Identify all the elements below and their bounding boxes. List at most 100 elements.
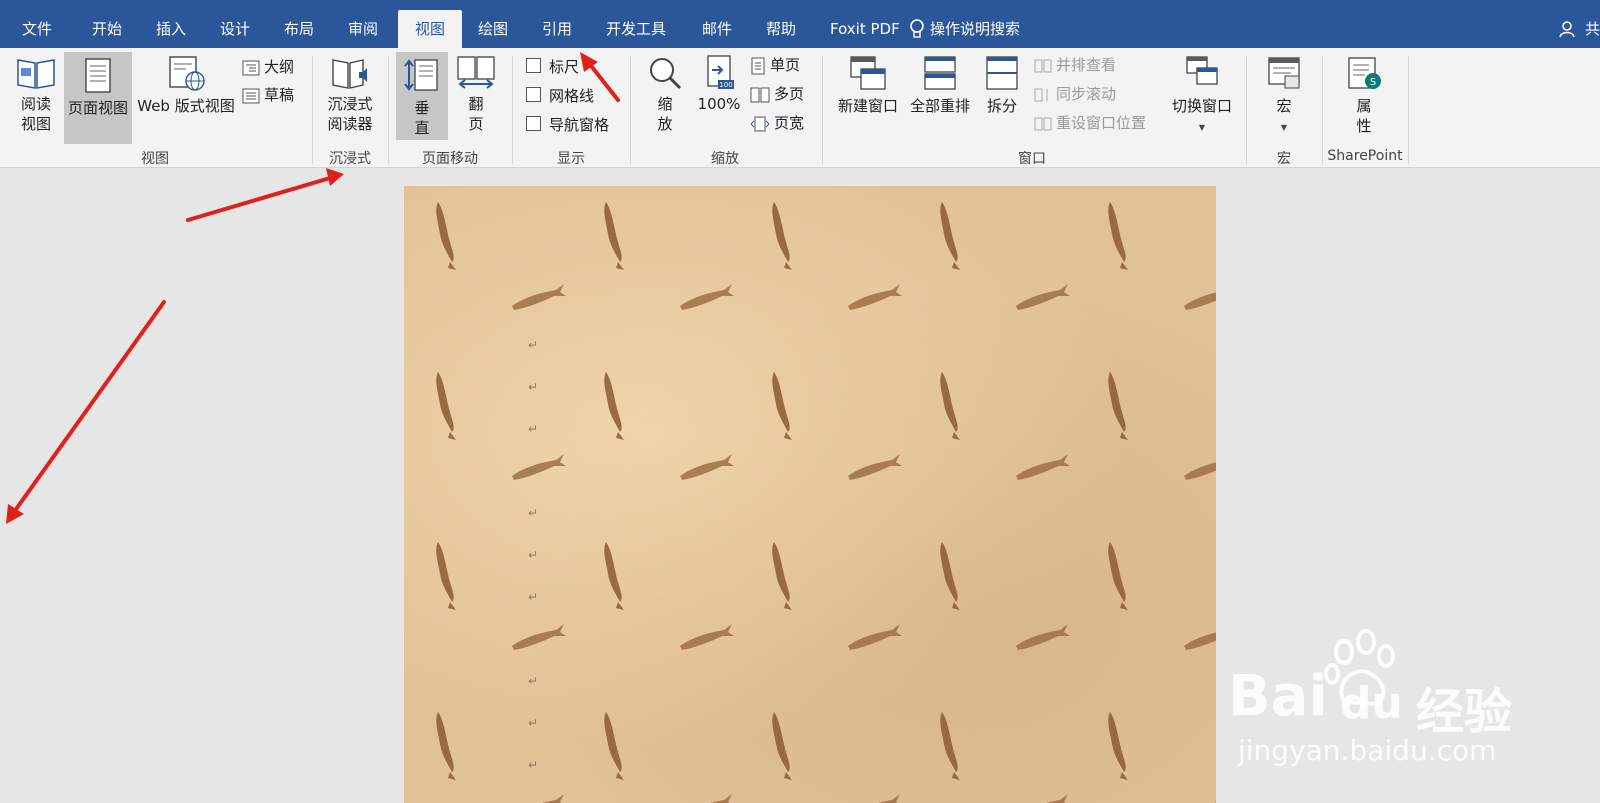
- macros-icon: [1268, 57, 1300, 89]
- page-width-button[interactable]: 页宽: [750, 112, 804, 134]
- group-label-immersive: 沉浸式: [329, 151, 371, 167]
- multiple-pages-button[interactable]: 多页: [750, 83, 804, 105]
- immersive-reader-button[interactable]: 沉浸式 阅读器: [318, 54, 382, 134]
- multiple-pages-label: 多页: [774, 85, 805, 103]
- arrange-all-button[interactable]: 全部重排: [904, 54, 976, 116]
- group-separator: [1408, 56, 1409, 164]
- tab-developer[interactable]: 开发工具: [592, 10, 680, 48]
- one-page-button[interactable]: 单页: [750, 54, 800, 76]
- sharepoint-properties-icon: S: [1348, 57, 1381, 89]
- ruler-checkbox[interactable]: 标尺: [526, 56, 579, 78]
- baidu-jingyan-watermark: Bai du 经验 jingyan.baidu.com: [1228, 629, 1588, 770]
- paragraph-mark: ↵: [528, 758, 539, 772]
- group-label-sharepoint: SharePoint: [1327, 148, 1403, 164]
- switch-windows-label: 切换窗口: [1171, 97, 1232, 115]
- paragraph-mark: ↵: [528, 548, 539, 562]
- split-label: 拆分: [986, 97, 1017, 115]
- reset-position-icon: [1034, 117, 1052, 130]
- properties-button[interactable]: S 属 性: [1336, 54, 1392, 136]
- watermark-brand: Bai: [1228, 664, 1328, 729]
- svg-text:100: 100: [719, 81, 732, 89]
- tab-design[interactable]: 设计: [206, 10, 264, 48]
- new-window-icon: [850, 56, 886, 90]
- read-mode-label: 阅读 视图: [20, 95, 51, 133]
- paragraph-mark: ↵: [528, 716, 539, 730]
- group-label-window: 窗口: [1018, 151, 1046, 167]
- macros-button[interactable]: 宏 ▼: [1256, 54, 1312, 138]
- tab-mailings[interactable]: 邮件: [688, 10, 746, 48]
- gridlines-label: 网格线: [549, 87, 595, 105]
- arrange-all-label: 全部重排: [909, 97, 970, 115]
- side-by-side-icon: [1034, 59, 1052, 72]
- tab-view[interactable]: 视图: [398, 10, 462, 48]
- tab-help[interactable]: 帮助: [752, 10, 810, 48]
- checkbox-unchecked: [526, 87, 541, 102]
- zoom-100-button[interactable]: 100 100%: [694, 54, 744, 114]
- sync-scroll-icon: [1034, 88, 1048, 101]
- ribbon-view-tab: 阅读 视图 页面视图 Web 版式视图 大纲 草稿 视图 沉浸式 阅读器 沉浸式…: [0, 48, 1600, 168]
- reset-window-position-button[interactable]: 重设窗口位置: [1034, 112, 1146, 134]
- split-button[interactable]: 拆分: [976, 54, 1028, 116]
- vertical-scroll-icon: [404, 59, 438, 91]
- arrange-all-icon: [924, 56, 956, 90]
- draft-button[interactable]: 草稿: [242, 84, 294, 106]
- multiple-pages-icon: [750, 87, 770, 102]
- tab-references[interactable]: 引用: [528, 10, 586, 48]
- sync-scroll-button[interactable]: 同步滚动: [1034, 83, 1116, 105]
- new-window-button[interactable]: 新建窗口: [832, 54, 904, 116]
- one-page-label: 单页: [770, 56, 801, 74]
- arrow-to-immersive-group: [186, 176, 332, 222]
- checkbox-unchecked: [526, 116, 541, 131]
- chevron-down-icon: ▼: [1198, 123, 1206, 132]
- watermark-cn: 经验: [1416, 684, 1513, 740]
- magnifier-icon: [650, 58, 682, 90]
- vertical-button[interactable]: 垂 直: [396, 52, 448, 140]
- document-page[interactable]: ↵ ↵ ↵ ↵ ↵ ↵ ↵ ↵ ↵ ↵ ↵ ↵: [404, 186, 1216, 803]
- tab-foxit-pdf[interactable]: Foxit PDF: [816, 10, 914, 48]
- web-layout-button[interactable]: Web 版式视图: [134, 54, 238, 116]
- paragraph-mark: ↵: [528, 632, 539, 646]
- group-label-show: 显示: [557, 151, 585, 167]
- zoom-100-label: 100%: [697, 95, 741, 113]
- paragraph-mark: ↵: [528, 506, 539, 520]
- arrowhead: [326, 168, 344, 186]
- switch-windows-button[interactable]: 切换窗口 ▼: [1166, 54, 1238, 138]
- tab-insert[interactable]: 插入: [142, 10, 200, 48]
- tab-home[interactable]: 开始: [78, 10, 136, 48]
- print-layout-label: 页面视图: [67, 99, 128, 117]
- group-label-page-movement: 页面移动: [422, 151, 478, 167]
- one-page-icon: [751, 57, 765, 74]
- new-window-label: 新建窗口: [837, 97, 898, 115]
- tab-draw[interactable]: 绘图: [464, 10, 522, 48]
- share-button[interactable]: 共: [1559, 10, 1600, 48]
- tab-layout[interactable]: 布局: [270, 10, 328, 48]
- side-to-side-button[interactable]: 翻 页: [452, 54, 500, 134]
- draft-label: 草稿: [264, 86, 295, 104]
- zoom-button[interactable]: 缩 放: [640, 54, 690, 134]
- sync-scroll-label: 同步滚动: [1056, 85, 1117, 103]
- draft-icon: [242, 88, 260, 103]
- tab-review[interactable]: 审阅: [334, 10, 392, 48]
- side-to-side-label: 翻 页: [468, 95, 484, 133]
- globe-page-icon: [169, 56, 205, 91]
- arrowhead: [6, 504, 24, 524]
- gridlines-checkbox[interactable]: 网格线: [526, 85, 594, 107]
- page-width-label: 页宽: [774, 114, 805, 132]
- tell-me-search[interactable]: 操作说明搜索: [910, 10, 1020, 48]
- reset-window-position-label: 重设窗口位置: [1056, 114, 1147, 132]
- person-icon: [1559, 21, 1575, 38]
- tab-file[interactable]: 文件: [8, 10, 66, 48]
- print-layout-button[interactable]: 页面视图: [64, 52, 132, 144]
- watermark-brand-du: du: [1340, 678, 1403, 729]
- read-mode-button[interactable]: 阅读 视图: [10, 54, 62, 134]
- zoom-label: 缩 放: [657, 95, 673, 133]
- immersive-reader-label: 沉浸式 阅读器: [327, 95, 373, 133]
- view-side-by-side-button[interactable]: 并排查看: [1034, 54, 1116, 76]
- arrow-to-left-margin: [12, 300, 166, 514]
- nav-pane-checkbox[interactable]: 导航窗格: [526, 114, 609, 136]
- paragraph-mark: ↵: [528, 464, 539, 478]
- paragraph-mark: ↵: [528, 422, 539, 436]
- web-layout-label: Web 版式视图: [137, 97, 235, 115]
- chevron-down-icon: ▼: [1280, 123, 1288, 132]
- outline-button[interactable]: 大纲: [242, 56, 294, 78]
